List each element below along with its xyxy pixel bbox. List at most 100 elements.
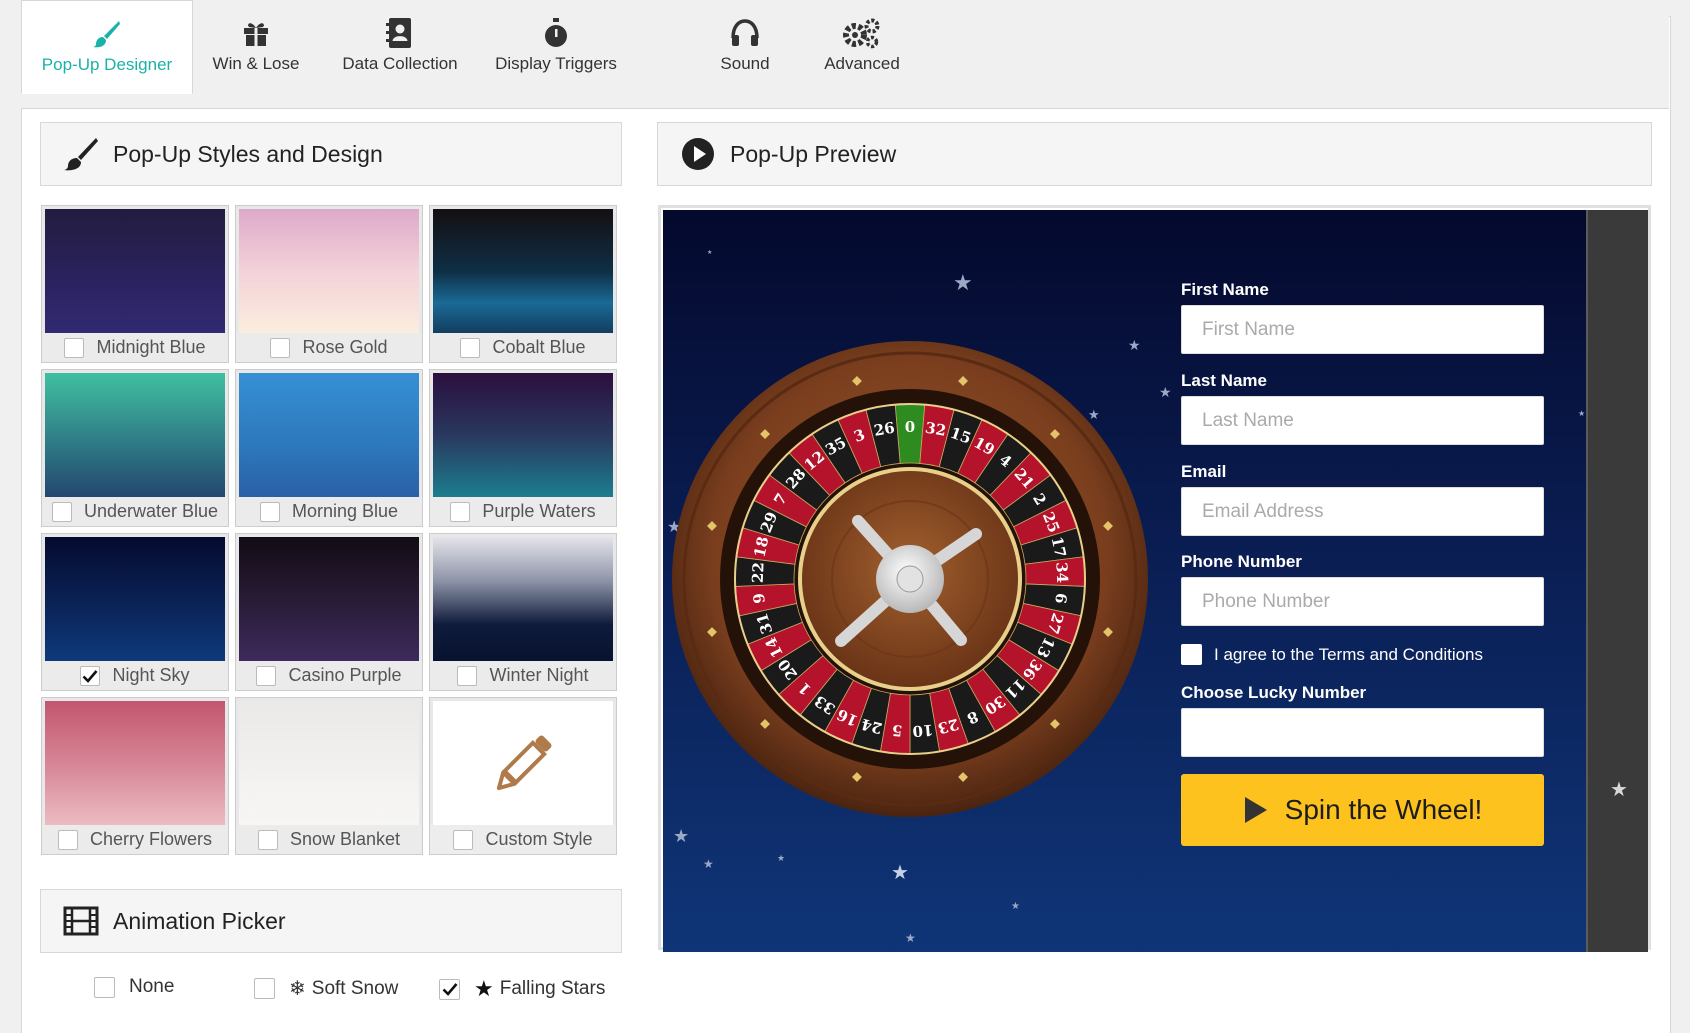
style-tile-purple-waters[interactable]: Purple Waters bbox=[429, 369, 617, 527]
tab-data-collection[interactable]: Data Collection bbox=[334, 0, 466, 92]
style-tile-snow-blanket[interactable]: Snow Blanket bbox=[235, 697, 423, 855]
tab-label: Win & Lose bbox=[212, 54, 300, 73]
star-icon: ★ bbox=[1578, 409, 1586, 418]
style-checkbox[interactable] bbox=[453, 829, 474, 850]
brush-icon bbox=[61, 134, 101, 174]
lucky-number-label: Choose Lucky Number bbox=[1181, 683, 1367, 702]
brush-icon bbox=[92, 17, 122, 51]
last-name-label: Last Name bbox=[1181, 371, 1267, 390]
tab-advanced[interactable]: Advanced bbox=[812, 0, 912, 92]
wheel-number: 0 bbox=[905, 418, 915, 436]
play-circle-icon bbox=[678, 134, 718, 174]
wheel-number: 22 bbox=[749, 562, 768, 584]
animation-checkbox[interactable] bbox=[439, 978, 460, 1000]
star-icon: ★ bbox=[891, 862, 909, 884]
first-name-label: First Name bbox=[1181, 280, 1269, 299]
tab-sound[interactable]: Sound bbox=[700, 0, 790, 92]
email-label: Email bbox=[1181, 462, 1227, 481]
style-checkbox[interactable] bbox=[80, 665, 101, 686]
style-tile-winter-night[interactable]: Winter Night bbox=[429, 533, 617, 691]
style-name: Winter Night bbox=[489, 665, 589, 685]
star-icon: ★ bbox=[777, 853, 786, 863]
style-swatch bbox=[239, 701, 419, 826]
terms-row[interactable]: I agree to the Terms and Conditions bbox=[1181, 644, 1483, 665]
tab-popup-designer[interactable]: Pop-Up Designer bbox=[21, 0, 193, 94]
style-checkbox[interactable] bbox=[270, 337, 291, 358]
roulette-wheel: 0 32 1519421225173462713361130823105241633… bbox=[672, 341, 1148, 817]
style-tile-midnight-blue[interactable]: Midnight Blue bbox=[41, 205, 229, 363]
style-name: Purple Waters bbox=[482, 501, 596, 521]
style-checkbox[interactable] bbox=[460, 337, 481, 358]
style-checkbox[interactable] bbox=[457, 665, 478, 686]
terms-checkbox[interactable] bbox=[1181, 644, 1202, 665]
tab-win-lose[interactable]: Win & Lose bbox=[206, 0, 306, 92]
style-name: Underwater Blue bbox=[83, 501, 219, 521]
star-icon: ★ bbox=[1610, 779, 1628, 801]
last-name-input[interactable]: Last Name bbox=[1181, 396, 1544, 445]
phone-label: Phone Number bbox=[1181, 552, 1302, 571]
style-tile-cherry-flowers[interactable]: Cherry Flowers bbox=[41, 697, 229, 855]
tab-display-triggers[interactable]: Display Triggers bbox=[492, 0, 620, 92]
style-checkbox[interactable] bbox=[64, 337, 85, 358]
pencil-icon bbox=[496, 735, 552, 790]
email-input[interactable]: Email Address bbox=[1181, 487, 1544, 536]
contact-book-icon bbox=[386, 16, 414, 50]
style-checkbox[interactable] bbox=[256, 665, 277, 686]
spin-button[interactable]: Spin the Wheel! bbox=[1181, 774, 1544, 846]
animation-option-soft-snow[interactable]: ❄ Soft Snow bbox=[254, 976, 398, 1001]
panel-title: Pop-Up Styles and Design bbox=[113, 140, 383, 167]
star-icon: ★ bbox=[474, 976, 494, 1001]
first-name-input[interactable]: First Name bbox=[1181, 305, 1544, 354]
film-icon bbox=[61, 901, 101, 941]
style-name: Morning Blue bbox=[291, 501, 399, 521]
style-tile-custom-style[interactable]: Custom Style bbox=[429, 697, 617, 855]
stopwatch-icon bbox=[542, 16, 570, 50]
star-icon: ★ bbox=[707, 250, 713, 256]
style-tile-night-sky[interactable]: Night Sky bbox=[41, 533, 229, 691]
wheel-number: 5 bbox=[891, 721, 903, 740]
style-checkbox[interactable] bbox=[259, 501, 280, 522]
style-swatch bbox=[45, 537, 225, 662]
style-checkbox[interactable] bbox=[57, 829, 78, 850]
phone-input[interactable]: Phone Number bbox=[1181, 577, 1544, 626]
wheel-number: 26 bbox=[873, 419, 897, 440]
animation-option-none[interactable]: None bbox=[94, 976, 174, 998]
snowflake-icon: ❄ bbox=[289, 978, 306, 1000]
style-swatch bbox=[45, 209, 225, 334]
style-name: Rose Gold bbox=[302, 337, 388, 357]
style-checkbox[interactable] bbox=[450, 501, 471, 522]
animation-checkbox[interactable] bbox=[94, 976, 115, 998]
style-tile-underwater-blue[interactable]: Underwater Blue bbox=[41, 369, 229, 527]
style-name: Night Sky bbox=[112, 665, 190, 685]
style-swatch bbox=[239, 537, 419, 662]
style-name: Snow Blanket bbox=[289, 829, 401, 849]
style-tile-cobalt-blue[interactable]: Cobalt Blue bbox=[429, 205, 617, 363]
animation-option-falling-stars[interactable]: ★ Falling Stars bbox=[439, 976, 605, 1002]
panel-title: Animation Picker bbox=[113, 907, 286, 934]
style-swatch bbox=[45, 701, 225, 826]
style-checkbox[interactable] bbox=[257, 829, 278, 850]
style-checkbox[interactable] bbox=[51, 501, 72, 522]
style-tile-morning-blue[interactable]: Morning Blue bbox=[235, 369, 423, 527]
wheel-number: 32 bbox=[924, 419, 948, 440]
styles-panel-header: Pop-Up Styles and Design bbox=[40, 122, 622, 186]
popup-preview: ★ ★ ★ ★ ★ ★ ★ ★ ★ ★ ★ ★ ★ ★ ★ bbox=[658, 205, 1651, 952]
style-swatch bbox=[45, 373, 225, 498]
style-tile-rose-gold[interactable]: Rose Gold bbox=[235, 205, 423, 363]
lucky-number-input[interactable] bbox=[1181, 708, 1544, 757]
spin-button-label: Spin the Wheel! bbox=[1284, 794, 1483, 825]
style-swatch bbox=[433, 537, 613, 662]
animation-checkbox[interactable] bbox=[254, 978, 275, 999]
animation-label: None bbox=[129, 976, 175, 997]
popup-canvas: ★ ★ ★ ★ ★ ★ ★ ★ ★ ★ ★ ★ ★ ★ ★ bbox=[663, 210, 1589, 952]
style-name: Cherry Flowers bbox=[89, 829, 213, 849]
style-swatch bbox=[239, 373, 419, 498]
style-tile-casino-purple[interactable]: Casino Purple bbox=[235, 533, 423, 691]
star-icon: ★ bbox=[1159, 384, 1172, 400]
tab-label: Advanced bbox=[824, 54, 900, 73]
preview-panel-header: Pop-Up Preview bbox=[657, 122, 1652, 186]
tab-label: Sound bbox=[720, 54, 770, 73]
star-icon: ★ bbox=[703, 857, 714, 871]
play-icon bbox=[1244, 797, 1267, 823]
wheel-number: 10 bbox=[912, 721, 934, 741]
